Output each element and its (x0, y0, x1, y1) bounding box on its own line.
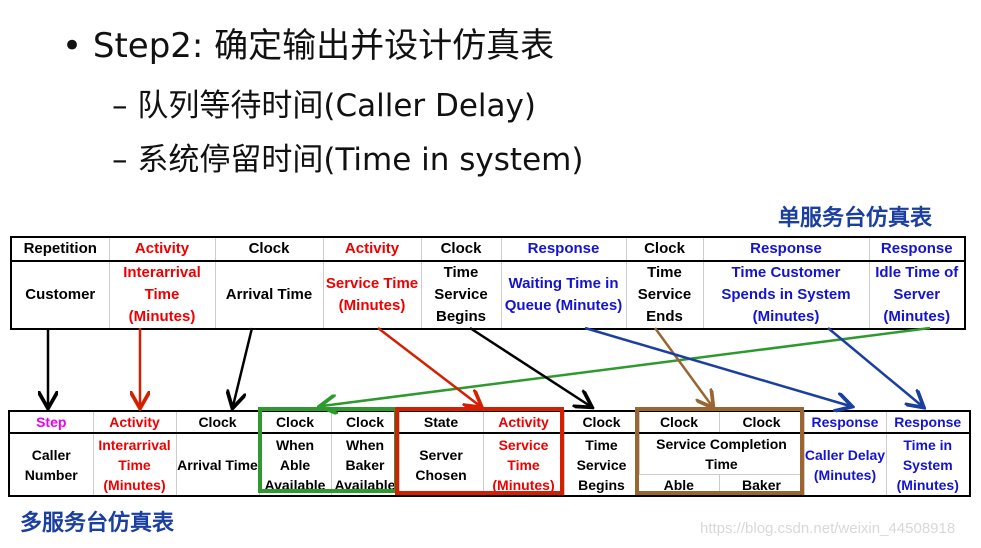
watermark: https://blog.csdn.net/weixin_44508918 (700, 520, 956, 537)
mapping-arrows (0, 326, 931, 548)
arrow (469, 326, 590, 406)
arrow (233, 327, 254, 406)
arrow (377, 327, 480, 406)
arrow (827, 327, 922, 406)
arrow (653, 327, 712, 406)
